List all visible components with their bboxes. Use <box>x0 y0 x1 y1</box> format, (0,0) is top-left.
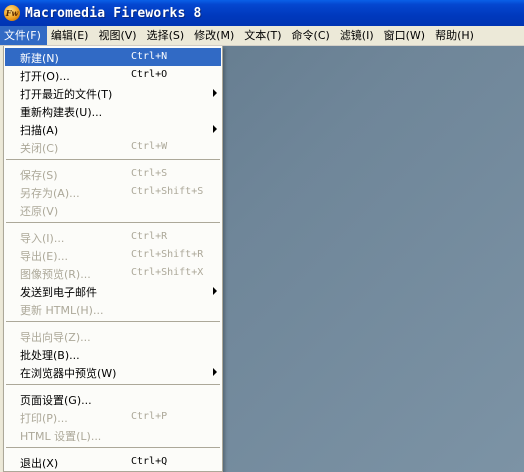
submenu-arrow-icon <box>213 287 217 295</box>
menu-item-import: 导入(I)... Ctrl+R <box>20 231 168 245</box>
menu-item-preview-in-browser[interactable]: 在浏览器中预览(W) <box>5 363 221 381</box>
menu-item-save-as: 另存为(A)... Ctrl+Shift+S <box>20 186 204 200</box>
menu-separator <box>6 222 220 223</box>
menu-separator <box>6 384 220 385</box>
menu-separator <box>6 321 220 322</box>
menu-bar: 文件(F) 编辑(E) 视图(V) 选择(S) 修改(M) 文本(T) 命令(C… <box>0 26 524 46</box>
menu-item-send-email[interactable]: 发送到电子邮件 <box>5 282 221 300</box>
menu-item-new[interactable]: 新建(N) Ctrl+N <box>5 48 221 66</box>
menu-modify[interactable]: 修改(M) <box>190 26 240 45</box>
menu-item-page-setup[interactable]: 页面设置(G)... <box>5 390 221 408</box>
menu-edit[interactable]: 编辑(E) <box>47 26 95 45</box>
menu-separator <box>6 447 220 448</box>
menu-text[interactable]: 文本(T) <box>240 26 287 45</box>
menu-item-open[interactable]: 打开(O)... Ctrl+O <box>5 66 221 84</box>
menu-item-print: 打印(P)... Ctrl+P <box>20 411 168 425</box>
menu-item-image-preview: 图像预览(R)... Ctrl+Shift+X <box>20 267 204 281</box>
window-title: Macromedia Fireworks 8 <box>25 5 202 21</box>
menu-item-reconstitute-table[interactable]: 重新构建表(U)... <box>5 102 221 120</box>
menu-filters[interactable]: 滤镜(I) <box>336 26 380 45</box>
menu-item-exit[interactable]: 退出(X) Ctrl+Q <box>5 453 221 471</box>
menu-help[interactable]: 帮助(H) <box>431 26 480 45</box>
menu-item-batch-process[interactable]: 批处理(B)... <box>5 345 221 363</box>
fireworks-app-icon[interactable]: Fw <box>4 5 20 21</box>
title-bar: Fw Macromedia Fireworks 8 <box>0 0 524 26</box>
submenu-arrow-icon <box>213 89 217 97</box>
menu-item-export: 导出(E)... Ctrl+Shift+R <box>20 249 204 263</box>
menu-item-save: 保存(S) Ctrl+S <box>20 168 168 182</box>
menu-item-export-wizard: 导出向导(Z)... <box>20 331 91 344</box>
menu-item-update-html: 更新 HTML(H)... <box>20 304 104 317</box>
menu-view[interactable]: 视图(V) <box>94 26 142 45</box>
menu-item-scan[interactable]: 扫描(A) <box>5 120 221 138</box>
menu-commands[interactable]: 命令(C) <box>288 26 336 45</box>
submenu-arrow-icon <box>213 368 217 376</box>
menu-item-html-setup: HTML 设置(L)... <box>20 430 102 443</box>
file-menu-dropdown: 新建(N) Ctrl+N 打开(O)... Ctrl+O 打开最近的文件(T) … <box>3 46 223 472</box>
menu-item-close: 关闭(C) Ctrl+W <box>20 141 168 155</box>
submenu-arrow-icon <box>213 125 217 133</box>
menu-separator <box>6 159 220 160</box>
menu-window[interactable]: 窗口(W) <box>380 26 431 45</box>
menu-file[interactable]: 文件(F) <box>0 26 47 45</box>
menu-item-open-recent[interactable]: 打开最近的文件(T) <box>5 84 221 102</box>
menu-select[interactable]: 选择(S) <box>143 26 191 45</box>
menu-item-revert: 还原(V) <box>20 205 59 218</box>
